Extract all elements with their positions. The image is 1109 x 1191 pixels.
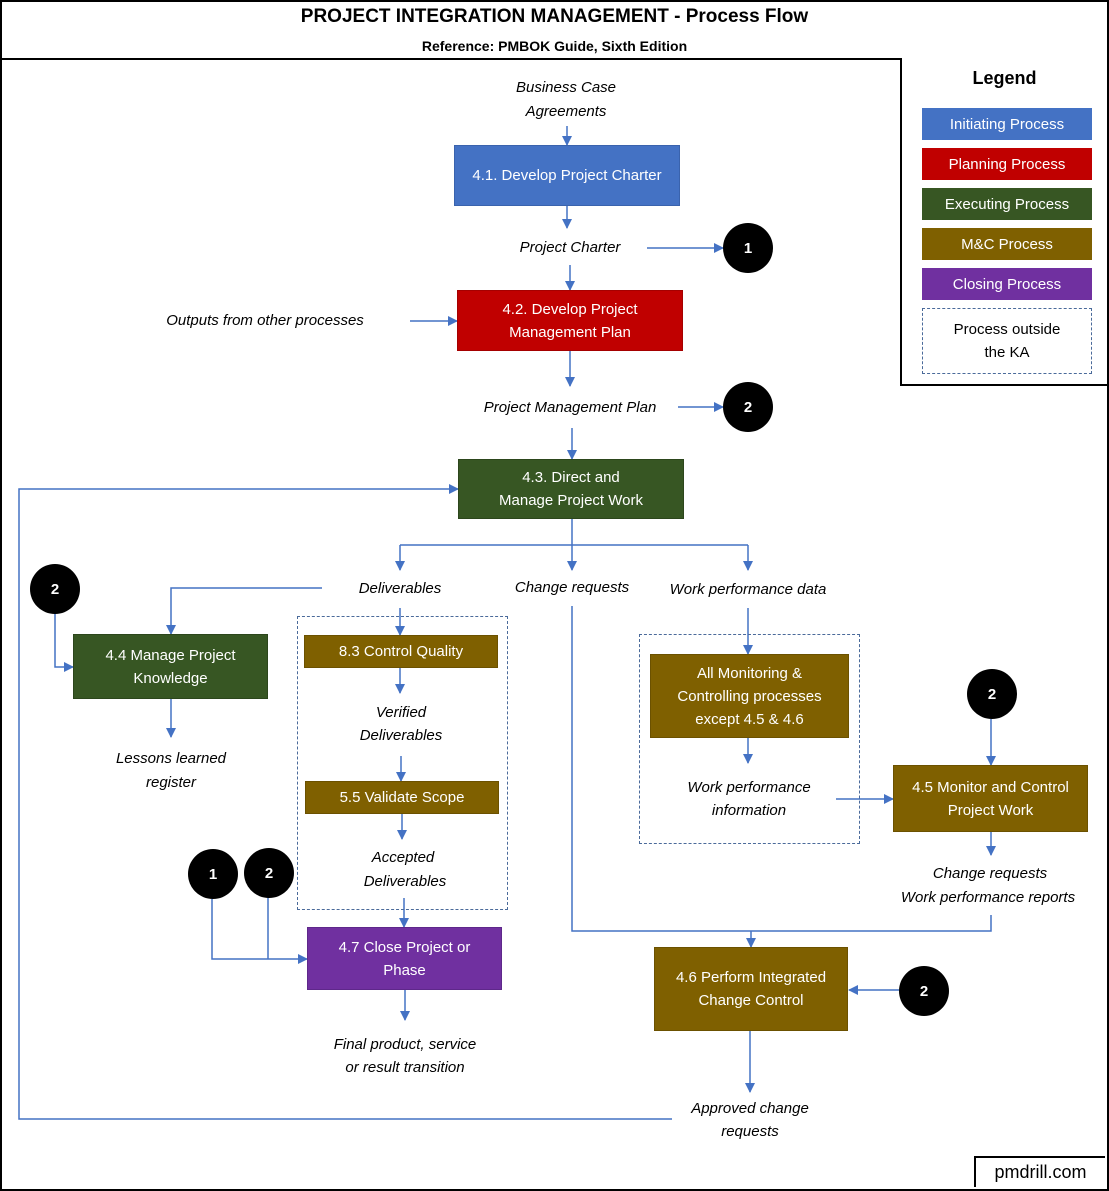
output-accepted-deliverables: Deliverables (363, 873, 447, 890)
output-wpi: Work performance (687, 779, 811, 796)
process-4-5-monitor-control[interactable]: 4.5 Monitor and Control Project Work (893, 765, 1088, 832)
process-flow-diagram: PROJECT INTEGRATION MANAGEMENT - Process… (0, 0, 1109, 1191)
process-all-monitoring-controlling[interactable]: All Monitoring & Controlling processes e… (650, 654, 849, 738)
output-45-change-requests: Change requests (932, 865, 1048, 882)
process-8-3-control-quality[interactable]: 8.3 Control Quality (304, 635, 498, 668)
output-approved-requests: requests (721, 1123, 779, 1140)
output-deliverables: Deliverables (358, 580, 442, 597)
output-accepted: Accepted (371, 849, 435, 866)
output-verified-deliverables: Deliverables (359, 727, 443, 744)
legend-outside-ka-label: Process outside the KA (953, 321, 1061, 361)
output-lessons-learned-register: register (145, 774, 197, 791)
process-4-7-close-project[interactable]: 4.7 Close Project or Phase (307, 927, 502, 990)
output-wpi-information: information (711, 802, 787, 819)
arrow-c2-to-44 (54, 613, 74, 672)
process-4-1-develop-project-charter[interactable]: 4.1. Develop Project Charter (454, 145, 680, 206)
connector-2: 2 (244, 848, 294, 898)
output-45-wp-reports: Work performance reports (900, 889, 1076, 906)
process-4-6-integrated-change-control[interactable]: 4.6 Perform Integrated Change Control (654, 947, 848, 1031)
legend-planning: Planning Process (922, 148, 1092, 180)
connector-2: 2 (30, 564, 80, 614)
legend-initiating: Initiating Process (922, 108, 1092, 140)
arrow-c1-to-47 (211, 899, 308, 964)
output-pm-plan: Project Management Plan (483, 399, 657, 416)
output-lessons-learned: Lessons learned (115, 750, 227, 767)
connector-2: 2 (967, 669, 1017, 719)
process-4-3-direct-manage-work[interactable]: 4.3. Direct and Manage Project Work (458, 459, 684, 519)
output-result-transition: or result transition (345, 1059, 465, 1076)
input-outputs-other-processes: Outputs from other processes (166, 312, 364, 329)
legend-mc: M&C Process (922, 228, 1092, 260)
output-change-requests: Change requests (514, 579, 630, 596)
input-business-case: Business Case (515, 79, 617, 96)
process-5-5-validate-scope[interactable]: 5.5 Validate Scope (305, 781, 499, 814)
footer-site-link[interactable]: pmdrill.com (974, 1156, 1105, 1187)
output-approved-change: Approved change (691, 1100, 809, 1117)
connector-2: 2 (899, 966, 949, 1016)
process-4-2-develop-pm-plan[interactable]: 4.2. Develop Project Management Plan (457, 290, 683, 351)
connector-1: 1 (723, 223, 773, 273)
input-agreements: Agreements (525, 103, 607, 120)
process-4-4-manage-knowledge[interactable]: 4.4 Manage Project Knowledge (73, 634, 268, 699)
connector-2: 2 (723, 382, 773, 432)
legend-closing: Closing Process (922, 268, 1092, 300)
output-verified: Verified (375, 704, 427, 721)
output-final-product: Final product, service (333, 1036, 477, 1053)
legend-outside-ka: Process outside the KA (922, 308, 1092, 374)
legend-title: Legend (972, 68, 1037, 88)
output-project-charter: Project Charter (519, 239, 621, 256)
connector-1: 1 (188, 849, 238, 899)
legend-executing: Executing Process (922, 188, 1092, 220)
legend: Legend Initiating Process Planning Proce… (900, 58, 1107, 386)
output-work-performance-data: Work performance data (669, 581, 827, 598)
